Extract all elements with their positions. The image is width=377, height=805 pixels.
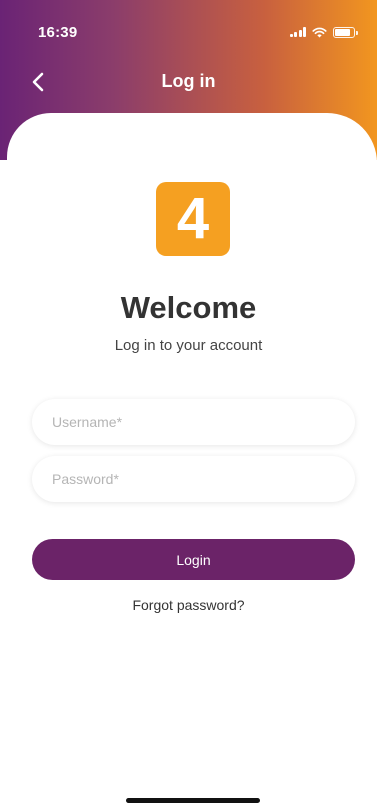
password-input[interactable] [32, 456, 355, 502]
login-screen: 16:39 Log in 4 Welcome Log in to your ac… [0, 0, 377, 805]
page-title: Log in [161, 71, 216, 91]
cellular-signal-icon [289, 27, 306, 37]
wifi-icon [312, 27, 327, 37]
nav-bar: Log in [0, 62, 377, 102]
welcome-title: Welcome [120, 290, 257, 325]
app-logo: 4 [156, 182, 230, 256]
battery-icon [333, 26, 358, 38]
forgot-password-link[interactable]: Forgot password? [0, 597, 377, 613]
login-button[interactable]: Login [32, 539, 355, 580]
home-indicator[interactable] [126, 798, 260, 803]
status-bar: 16:39 [0, 0, 377, 46]
battery-level [335, 28, 350, 36]
username-input[interactable] [32, 399, 355, 445]
logo-text: 4 [176, 186, 210, 251]
status-icons [289, 26, 358, 38]
welcome-subtitle: Log in to your account [114, 337, 263, 354]
status-time: 16:39 [38, 24, 78, 41]
